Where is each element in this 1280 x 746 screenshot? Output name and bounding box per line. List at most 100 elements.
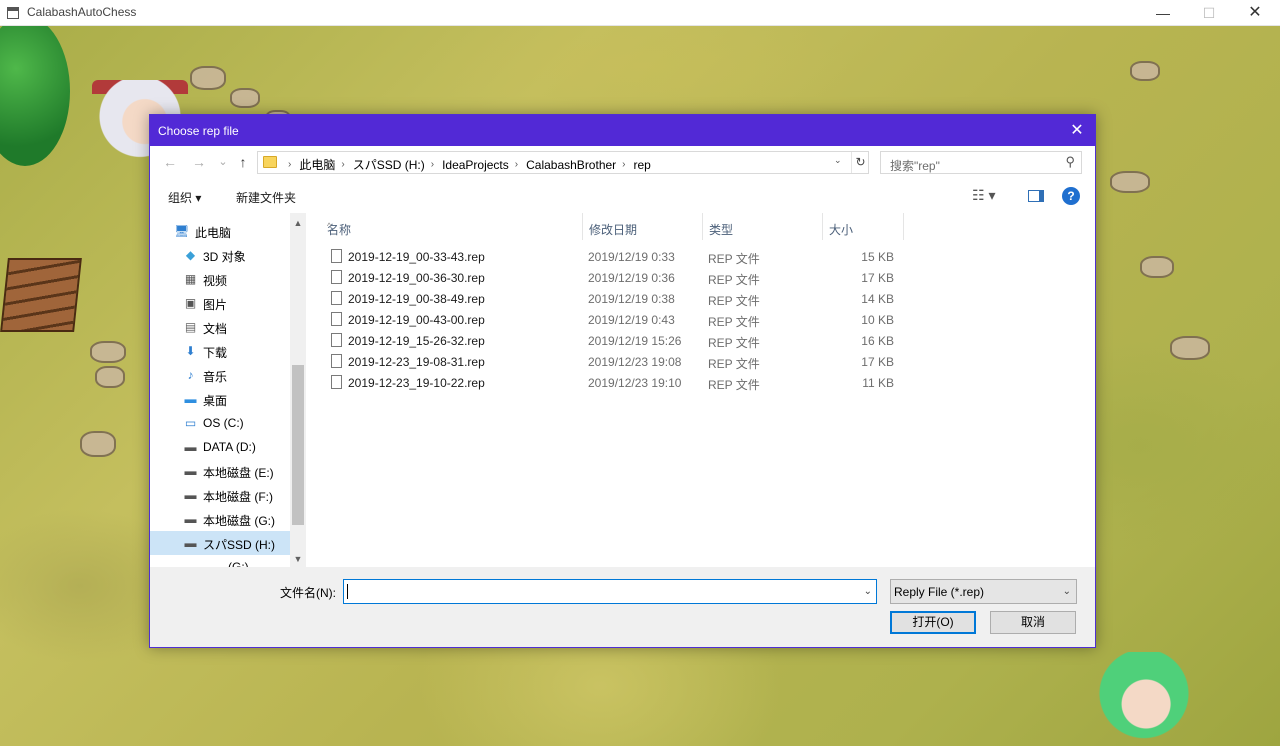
breadcrumb-item[interactable]: 此电脑: [299, 156, 335, 173]
sidebar-item[interactable]: ▬ DATA (D:): [150, 435, 290, 459]
file-modified: 2019/12/19 15:26: [588, 334, 682, 348]
address-bar[interactable]: › 此电脑 › スパSSD (H:) › IdeaProjects › CalabashBro…: [257, 151, 869, 174]
sort-ascending-icon: ^: [327, 221, 332, 231]
breadcrumb-separator-icon[interactable]: ›: [515, 159, 518, 170]
filter-chevron-icon: ⌄: [1062, 586, 1071, 597]
sidebar-item[interactable]: ▬ 本地磁盘 (F:): [150, 483, 290, 507]
file-row[interactable]: 2019-12-19_00-33-43.rep 2019/12/19 0:33 RE…: [327, 246, 1087, 267]
breadcrumb: › 此电脑 › スパSSD (H:) › IdeaProjects › CalabashBro…: [282, 156, 651, 173]
column-header-type[interactable]: 类型: [703, 213, 823, 240]
path-stone: [95, 366, 125, 388]
sidebar-item[interactable]: ▬ 本地磁盘 (E:): [150, 459, 290, 483]
up-arrow-icon[interactable]: ↑: [234, 153, 252, 171]
filename-dropdown-chevron-icon[interactable]: ⌄: [864, 586, 872, 597]
address-history-chevron-icon[interactable]: ⌄: [834, 155, 842, 166]
computer-icon: 🖥: [174, 224, 190, 238]
breadcrumb-separator-icon[interactable]: ›: [341, 159, 344, 170]
file-type-filter-select[interactable]: Reply File (*.rep) ⌄: [890, 579, 1077, 604]
breadcrumb-separator-icon[interactable]: ›: [431, 159, 434, 170]
file-row[interactable]: 2019-12-19_00-38-49.rep 2019/12/19 0:38 RE…: [327, 288, 1087, 309]
sidebar-item[interactable]: ▦ 视频: [150, 267, 290, 291]
file-row[interactable]: 2019-12-19_00-36-30.rep 2019/12/19 0:36 RE…: [327, 267, 1087, 288]
path-stone: [1140, 256, 1174, 278]
file-row[interactable]: 2019-12-19_15-26-32.rep 2019/12/19 15:26 R…: [327, 330, 1087, 351]
drive-icon: ▬: [184, 536, 197, 550]
scroll-thumb[interactable]: [292, 365, 304, 525]
file-name: 2019-12-23_19-08-31.rep: [348, 355, 485, 369]
navigation-pane: 🖥 此电脑 ◆ 3D 对象 ▦ 视频 ▣ 图片 ▤ 文档 ⬇ 下载 ♪ 音乐 ▬ 桌面 ▭ OS (C:) ▬ DAT…: [150, 213, 306, 567]
path-stone: [1110, 171, 1150, 193]
forward-arrow-icon[interactable]: →: [190, 153, 208, 171]
cancel-button[interactable]: 取消: [990, 611, 1076, 634]
new-folder-button[interactable]: 新建文件夹: [236, 189, 296, 206]
path-stone: [190, 66, 226, 90]
navigation-bar: ← → ⌄ ↑ › 此电脑 › スパSSD (H:) › IdeaProjects › Cal…: [150, 146, 1095, 179]
file-row[interactable]: 2019-12-19_00-43-00.rep 2019/12/19 0:43 RE…: [327, 309, 1087, 330]
file-type: REP 文件: [708, 357, 760, 371]
sidebar-item[interactable]: ▬ 本地磁盘 (G:): [150, 507, 290, 531]
sidebar-item-label: スパSSD (H:): [203, 538, 276, 552]
recent-locations-chevron-icon[interactable]: ⌄: [214, 153, 232, 171]
sidebar-item[interactable]: ▤ 文档: [150, 315, 290, 339]
refresh-icon[interactable]: ↻: [851, 152, 869, 173]
filename-input[interactable]: ⌄: [343, 579, 877, 604]
sidebar-item[interactable]: ◆ 3D 对象: [150, 243, 290, 267]
navigation-scrollbar[interactable]: ▲ ▼: [290, 213, 306, 567]
breadcrumb-item[interactable]: スパSSD (H:): [353, 156, 425, 173]
command-toolbar: 组织 ▾ 新建文件夹 ☷ ▾ ?: [150, 179, 1095, 213]
file-type: REP 文件: [708, 315, 760, 329]
view-options-icon[interactable]: ☷ ▾: [972, 187, 995, 204]
breadcrumb-item[interactable]: IdeaProjects: [442, 158, 509, 172]
dialog-close-button[interactable]: ✕: [1059, 115, 1095, 146]
sidebar-item[interactable]: ▭ OS (C:): [150, 411, 290, 435]
choose-file-dialog: Choose rep file ✕ ← → ⌄ ↑ › 此电脑 › スパSSD (H:…: [149, 114, 1096, 648]
breadcrumb-separator-icon[interactable]: ›: [622, 159, 625, 170]
sidebar-item[interactable]: ♪ 音乐: [150, 363, 290, 387]
file-icon: [331, 354, 342, 368]
file-name: 2019-12-19_00-38-49.rep: [348, 292, 485, 306]
column-header-name[interactable]: 名称 ^: [314, 213, 583, 240]
preview-pane-icon[interactable]: [1028, 190, 1044, 202]
file-name: 2019-12-19_15-26-32.rep: [348, 334, 485, 348]
sidebar-item-label: OS (C:): [203, 416, 244, 430]
sidebar-item[interactable]: ▬ 桌面: [150, 387, 290, 411]
open-button[interactable]: 打开(O): [890, 611, 976, 634]
column-header-modified[interactable]: 修改日期: [583, 213, 703, 240]
sidebar-item-label: 此电脑: [195, 226, 232, 240]
sidebar-item-label: 3D 对象: [203, 250, 246, 264]
window-close-button[interactable]: ✕: [1232, 0, 1278, 26]
dialog-titlebar: Choose rep file ✕: [150, 115, 1095, 146]
window-titlebar: CalabashAutoChess — ☐ ✕: [0, 0, 1280, 26]
file-name: 2019-12-19_00-33-43.rep: [348, 250, 485, 264]
drive-icon: ▬: [184, 440, 197, 454]
cube-icon: ◆: [185, 248, 196, 262]
file-icon: [331, 333, 342, 347]
file-name: 2019-12-19_00-36-30.rep: [348, 271, 485, 285]
help-icon[interactable]: ?: [1062, 187, 1080, 205]
breadcrumb-item[interactable]: CalabashBrother: [526, 158, 616, 172]
back-arrow-icon[interactable]: ←: [161, 153, 179, 171]
breadcrumb-item[interactable]: rep: [634, 158, 651, 172]
drive-icon: ▬: [184, 512, 197, 526]
text-caret: [347, 584, 348, 599]
sidebar-item[interactable]: (G:): [150, 555, 290, 567]
organize-menu-button[interactable]: 组织 ▾: [168, 189, 201, 206]
maximize-button[interactable]: ☐: [1186, 0, 1232, 26]
search-box[interactable]: 搜索"rep" ⚲: [880, 151, 1082, 174]
scroll-down-arrow-icon[interactable]: ▼: [290, 551, 306, 567]
sidebar-item[interactable]: ⬇ 下载: [150, 339, 290, 363]
column-header-size[interactable]: 大小: [823, 213, 904, 240]
minimize-button[interactable]: —: [1140, 0, 1186, 26]
file-row[interactable]: 2019-12-23_19-08-31.rep 2019/12/23 19:08 R…: [327, 351, 1087, 372]
file-size: 11 KB: [862, 376, 894, 390]
file-modified: 2019/12/19 0:33: [588, 250, 675, 264]
breadcrumb-separator-icon[interactable]: ›: [288, 159, 291, 170]
scroll-up-arrow-icon[interactable]: ▲: [290, 215, 306, 231]
path-stone: [230, 88, 260, 108]
sidebar-item-label: 本地磁盘 (G:): [203, 514, 275, 528]
sidebar-item[interactable]: ▬ スパSSD (H:): [150, 531, 290, 555]
file-row[interactable]: 2019-12-23_19-10-22.rep 2019/12/23 19:10 R…: [327, 372, 1087, 393]
sidebar-item[interactable]: 🖥 此电脑: [150, 219, 290, 243]
sidebar-item-label: (G:): [228, 560, 249, 567]
sidebar-item[interactable]: ▣ 图片: [150, 291, 290, 315]
